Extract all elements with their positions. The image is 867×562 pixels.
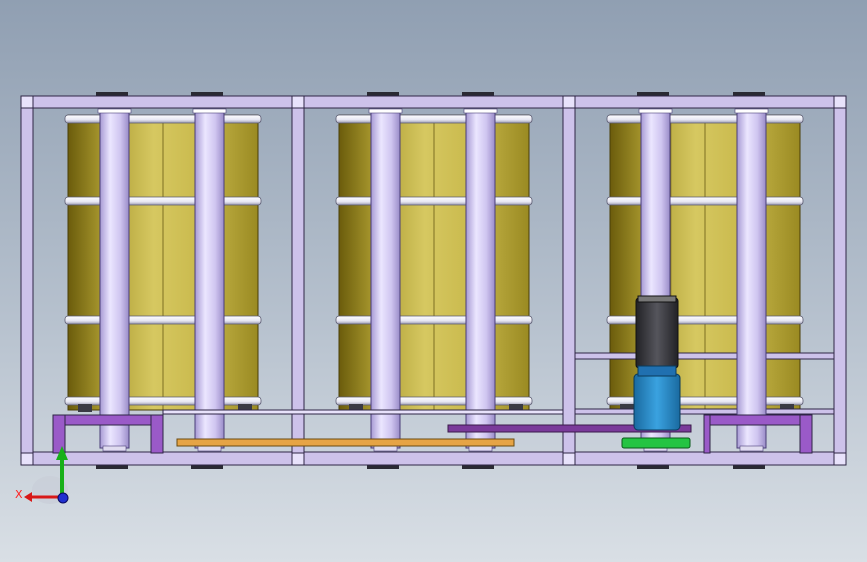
frame-corner-plate xyxy=(833,95,847,109)
frame-corner-plate xyxy=(20,95,34,109)
drum-foot xyxy=(78,404,92,412)
drum-band xyxy=(335,315,533,325)
shaft-column xyxy=(736,110,767,449)
frame-bottom-rail xyxy=(20,451,847,466)
drum-band xyxy=(335,114,533,124)
assembly-front-view: X xyxy=(15,92,847,504)
motor-shelf-rail xyxy=(574,408,835,415)
frame-corner-plate xyxy=(562,452,576,466)
cad-viewport[interactable]: X xyxy=(0,0,867,562)
z-axis-dot xyxy=(57,492,69,504)
shaft-cap xyxy=(463,108,498,114)
frame-corner-plate xyxy=(291,452,305,466)
mid-stringer xyxy=(162,409,564,415)
shaft-foot xyxy=(468,445,493,452)
shaft-foot xyxy=(739,445,764,452)
shaft-foot xyxy=(197,445,222,452)
frame-corner-plate xyxy=(291,95,305,109)
frame-top-rail xyxy=(20,95,847,109)
shaft-column xyxy=(99,110,130,449)
shaft-cap xyxy=(734,108,769,114)
frame-corner-plate xyxy=(833,452,847,466)
base-skid-leg xyxy=(799,414,813,454)
motor-base-plate xyxy=(621,437,691,449)
shaft-cap xyxy=(638,108,673,114)
shaft-foot xyxy=(102,445,127,452)
motor-flange xyxy=(637,365,677,377)
drum-band xyxy=(606,114,804,124)
drum-band xyxy=(64,114,262,124)
drum-band xyxy=(335,396,533,406)
x-axis-label: X xyxy=(15,488,23,501)
base-skid-left xyxy=(52,414,164,426)
frame-corner-plate xyxy=(20,452,34,466)
drum-band xyxy=(335,196,533,206)
base-skid-right xyxy=(703,414,813,426)
base-skid-leg xyxy=(703,414,711,454)
base-skids xyxy=(52,409,813,454)
base-skid-leg xyxy=(150,414,164,454)
x-axis-arrowhead xyxy=(24,492,32,502)
drum-band xyxy=(64,315,262,325)
shaft-column xyxy=(194,110,225,449)
shaft-foot xyxy=(373,445,398,452)
frame-upright-left xyxy=(20,95,34,466)
gearbox-top-cap xyxy=(637,295,677,303)
shaft-cap xyxy=(368,108,403,114)
frame-corner-plate xyxy=(562,95,576,109)
shaft-cap xyxy=(192,108,227,114)
frame-upright-mid-2 xyxy=(562,95,576,466)
gearbox xyxy=(635,297,679,369)
drive-belts xyxy=(176,424,692,447)
shaft-cap xyxy=(97,108,132,114)
frame-upright-right xyxy=(833,95,847,466)
drum-band xyxy=(64,196,262,206)
motor-shelf-rail xyxy=(574,352,835,360)
shaft-column xyxy=(465,110,496,449)
motor-body xyxy=(633,373,681,431)
base-skid-leg xyxy=(52,414,66,454)
belt-orange xyxy=(176,438,515,447)
shaft-column xyxy=(370,110,401,449)
drum-band xyxy=(606,196,804,206)
drum-band xyxy=(64,396,262,406)
